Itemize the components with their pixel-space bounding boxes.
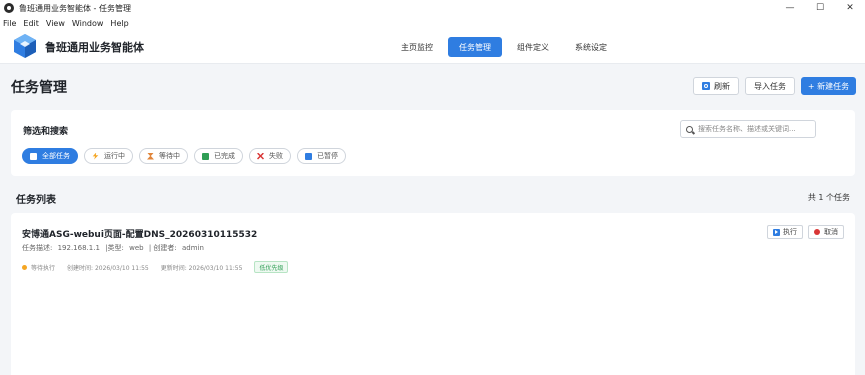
filter-chip-completed[interactable]: 已完成: [194, 148, 243, 164]
cancel-label: 取消: [824, 228, 838, 236]
lightning-icon: [92, 152, 99, 160]
grid-icon: [30, 152, 37, 160]
task-desc: 192.168.1.1: [57, 244, 100, 252]
nav-component-definition[interactable]: 组件定义: [506, 37, 560, 57]
stop-icon: [814, 229, 820, 235]
cancel-task-button[interactable]: 取消: [808, 225, 844, 239]
task-count: 共 1 个任务: [807, 193, 850, 202]
menu-help[interactable]: Help: [110, 19, 128, 28]
run-label: 执行: [783, 228, 797, 236]
task-list-card: 安博通ASG-webui页面-配置DNS_20260310115532 任务描述…: [11, 213, 855, 375]
task-meta: 任务描述: 192.168.1.1 |类型: web | 创建者: admin: [22, 243, 207, 253]
brand-name: 鲁班通用业务智能体: [45, 41, 144, 54]
window-controls: — ☐ ✕: [775, 0, 865, 16]
status-filter-chips: 全部任务 运行中 等待中 已完成 失败 已暂停: [22, 148, 352, 164]
task-actions: 执行 取消: [762, 225, 844, 239]
page-title: 任务管理: [11, 80, 67, 96]
main-nav: 主页监控 任务管理 组件定义 系统设定: [390, 37, 622, 57]
status-dot-icon: [22, 264, 27, 270]
task-desc-label: 任务描述:: [22, 244, 53, 252]
nav-dashboard[interactable]: 主页监控: [390, 37, 444, 57]
refresh-label: 刷新: [714, 81, 730, 91]
task-creator-label: | 创建者:: [148, 244, 177, 252]
chip-label: 已暂停: [317, 152, 338, 160]
menu-bar: File Edit View Window Help: [0, 16, 865, 30]
task-created-time: 创建时间: 2026/03/10 11:55: [67, 264, 149, 272]
refresh-icon: [702, 82, 710, 90]
nav-system-settings[interactable]: 系统设定: [564, 37, 618, 57]
filter-chip-waiting[interactable]: 等待中: [139, 148, 188, 164]
task-type-label: |类型:: [105, 244, 124, 252]
close-icon[interactable]: ✕: [835, 0, 865, 16]
pause-icon: [305, 152, 312, 160]
chip-label: 全部任务: [42, 152, 70, 160]
menu-window[interactable]: Window: [72, 19, 104, 28]
filter-card: 筛选和搜索 全部任务 运行中 等待中 已完成 失败 已暂停: [11, 110, 855, 176]
search-box[interactable]: [680, 120, 816, 138]
check-icon: [202, 152, 209, 160]
chip-label: 已完成: [214, 152, 235, 160]
task-updated-time: 更新时间: 2026/03/10 11:55: [160, 264, 243, 272]
app-header: 鲁班通用业务智能体 主页监控 任务管理 组件定义 系统设定: [0, 30, 865, 64]
chip-label: 等待中: [159, 152, 180, 160]
chip-label: 运行中: [104, 152, 125, 160]
new-task-button[interactable]: + 新建任务: [801, 77, 856, 95]
priority-badge: 低优先级: [254, 261, 289, 273]
task-list-title: 任务列表: [16, 195, 56, 206]
x-icon: [257, 152, 264, 160]
menu-view[interactable]: View: [46, 19, 65, 28]
refresh-button[interactable]: 刷新: [693, 77, 739, 95]
menu-file[interactable]: File: [3, 19, 16, 28]
import-label: 导入任务: [754, 81, 786, 91]
hourglass-icon: [147, 152, 154, 160]
filter-chip-failed[interactable]: 失败: [249, 148, 291, 164]
task-creator: admin: [182, 244, 204, 252]
maximize-icon[interactable]: ☐: [805, 0, 835, 16]
import-task-button[interactable]: 导入任务: [745, 77, 795, 95]
new-task-label: + 新建任务: [807, 81, 850, 91]
filter-title: 筛选和搜索: [23, 127, 69, 137]
filter-chip-paused[interactable]: 已暂停: [297, 148, 346, 164]
filter-chip-all[interactable]: 全部任务: [22, 148, 78, 164]
window-title: 鲁班通用业务智能体 - 任务管理: [19, 3, 131, 13]
task-type: web: [129, 244, 144, 252]
cube-logo-icon: [14, 34, 36, 58]
minimize-icon[interactable]: —: [775, 0, 805, 16]
task-status-row: 等待执行 创建时间: 2026/03/10 11:55 更新时间: 2026/0…: [22, 261, 289, 273]
search-input[interactable]: [698, 125, 808, 133]
task-status: 等待执行: [31, 264, 56, 272]
task-title: 安博通ASG-webui页面-配置DNS_20260310115532: [22, 230, 258, 240]
run-task-button[interactable]: 执行: [767, 225, 803, 239]
menu-edit[interactable]: Edit: [23, 19, 39, 28]
window-titlebar: 鲁班通用业务智能体 - 任务管理 — ☐ ✕: [0, 0, 865, 16]
play-icon: [773, 228, 780, 236]
nav-task-management[interactable]: 任务管理: [448, 37, 502, 57]
filter-chip-running[interactable]: 运行中: [84, 148, 133, 164]
chip-label: 失败: [269, 152, 283, 160]
app-icon: [4, 3, 14, 13]
search-icon: [686, 125, 693, 133]
